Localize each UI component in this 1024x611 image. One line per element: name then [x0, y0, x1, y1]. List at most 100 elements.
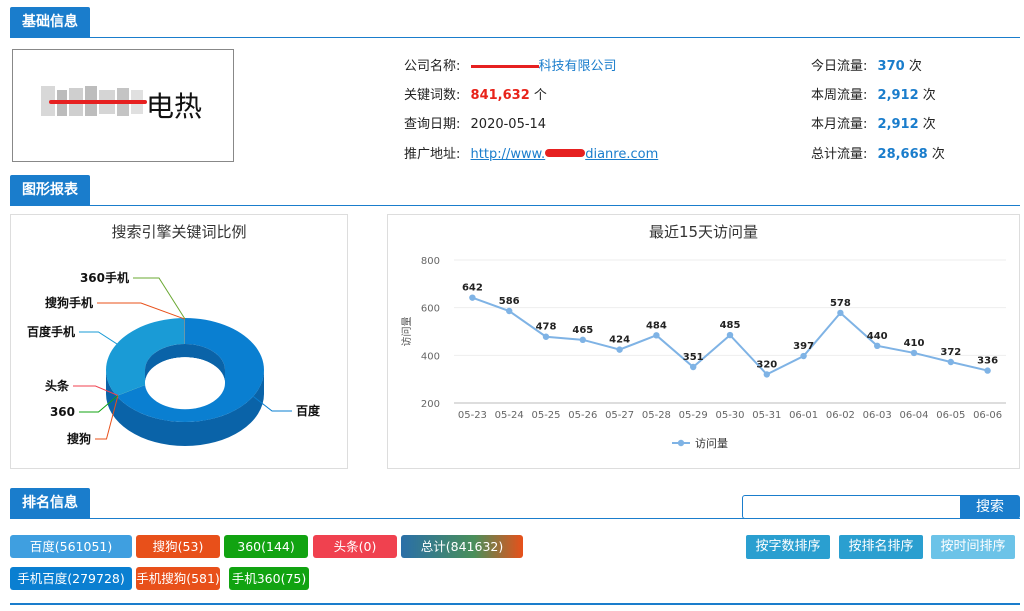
search-button[interactable]: 搜索 [960, 495, 1020, 519]
redacted-mark [545, 149, 586, 157]
pie-slice-label: 百度手机 [27, 324, 75, 339]
data-point[interactable] [837, 309, 844, 317]
data-point[interactable] [690, 363, 697, 371]
company-value[interactable]: 科技有限公司 [539, 59, 617, 74]
engine-tag[interactable]: 手机百度(279728) [10, 567, 132, 590]
data-label: 440 [867, 331, 888, 342]
x-tick-label: 05-29 [679, 410, 708, 421]
engine-tag[interactable]: 搜狗(53) [136, 535, 220, 558]
x-tick-label: 06-04 [899, 410, 928, 421]
keywords-row: 关键词数: 841,632 个 [404, 84, 547, 103]
traffic-label: 本月流量: [811, 117, 868, 132]
pie-slice-label: 360 [50, 405, 75, 419]
x-tick-label: 05-27 [605, 410, 634, 421]
company-label: 公司名称: [404, 59, 461, 74]
traffic-unit: 次 [922, 117, 936, 132]
data-label: 424 [609, 335, 630, 346]
pie-slice-label: 搜狗手机 [45, 295, 93, 310]
y-tick-label: 800 [421, 256, 440, 267]
data-point[interactable] [947, 358, 954, 366]
traffic-value: 370 [877, 59, 905, 74]
pie-slice-label: 360手机 [80, 270, 129, 285]
data-point[interactable] [653, 332, 660, 339]
section-tab-charts: 图形报表 [10, 175, 90, 205]
bottom-divider [10, 603, 1020, 605]
keywords-label: 关键词数: [404, 88, 461, 103]
search-input[interactable] [742, 495, 961, 519]
engine-tag[interactable]: 头条(0) [313, 535, 397, 558]
date-value: 2020-05-14 [470, 117, 547, 132]
data-point[interactable] [469, 294, 476, 301]
data-label: 586 [499, 296, 520, 307]
traffic-week: 本周流量: 2,912 次 [811, 84, 936, 103]
data-label: 485 [720, 320, 741, 331]
data-label: 642 [462, 283, 483, 294]
data-label: 320 [756, 359, 777, 370]
traffic-today: 今日流量: 370 次 [811, 55, 922, 74]
section-tab-basic-info: 基础信息 [10, 7, 90, 37]
x-tick-label: 05-23 [458, 410, 487, 421]
redacted-mark [470, 61, 539, 71]
logo-graphic: 电热 [41, 86, 202, 123]
data-point[interactable] [984, 367, 991, 374]
line-chart-panel: 最近15天访问量 200 400 600 800 访问量 05-23 05-24 05-25 0… [387, 214, 1020, 469]
logo-text: 电热 [146, 90, 202, 123]
traffic-label: 总计流量: [811, 147, 868, 162]
traffic-value: 2,912 [877, 88, 919, 103]
data-label: 336 [977, 356, 998, 367]
pie-chart-panel: 搜索引擎关键词比例 百度 搜狗 360 头条 百度手机 搜狗手机 360手机 [10, 214, 348, 469]
section-tab-ranking: 排名信息 [10, 488, 90, 518]
data-point[interactable] [542, 333, 550, 340]
data-label: 578 [830, 298, 851, 309]
pie-slice-label: 头条 [45, 378, 70, 393]
engine-tag[interactable]: 总计(841632) [401, 535, 523, 558]
sort-button[interactable]: 按字数排序 [746, 535, 830, 559]
keywords-unit: 个 [533, 88, 547, 103]
data-label: 397 [793, 341, 814, 352]
x-tick-label: 05-28 [642, 410, 671, 421]
promo-url-link[interactable]: http://www. dianre.com [471, 147, 659, 162]
data-label: 478 [536, 322, 557, 333]
x-tick-label: 06-01 [789, 410, 818, 421]
date-label: 查询日期: [404, 117, 461, 132]
data-label: 372 [940, 347, 961, 358]
x-tick-label: 05-31 [752, 410, 781, 421]
traffic-label: 本周流量: [811, 88, 868, 103]
engine-tag[interactable]: 百度(561051) [10, 535, 132, 558]
url-suffix: dianre.com [585, 147, 659, 162]
sort-button[interactable]: 按时间排序 [931, 535, 1015, 559]
y-tick-label: 600 [421, 304, 440, 315]
data-point[interactable] [874, 342, 881, 349]
traffic-total: 总计流量: 28,668 次 [811, 143, 945, 162]
pie-leader-line [97, 302, 185, 320]
company-logo: 电热 [12, 49, 234, 162]
data-label: 465 [572, 325, 593, 336]
keywords-count: 841,632 [470, 88, 530, 103]
traffic-value: 2,912 [877, 117, 919, 132]
data-point[interactable] [763, 371, 770, 378]
data-label: 484 [646, 320, 667, 331]
url-label: 推广地址: [404, 147, 461, 162]
sort-button[interactable]: 按排名排序 [839, 535, 923, 559]
engine-tag[interactable]: 手机360(75) [229, 567, 309, 590]
engine-tag[interactable]: 手机搜狗(581) [136, 567, 220, 590]
section-divider [10, 205, 1020, 206]
traffic-month: 本月流量: 2,912 次 [811, 113, 936, 132]
data-point[interactable] [506, 307, 513, 315]
data-point[interactable] [800, 352, 807, 360]
x-tick-label: 06-03 [863, 410, 892, 421]
traffic-unit: 次 [931, 147, 945, 162]
legend-label[interactable]: 访问量 [695, 437, 728, 450]
data-point[interactable] [616, 346, 623, 353]
url-prefix: http://www. [470, 147, 546, 162]
x-tick-label: 06-06 [973, 410, 1002, 421]
data-point[interactable] [579, 336, 586, 344]
pie-slice-label: 搜狗 [67, 431, 91, 446]
traffic-unit: 次 [922, 88, 936, 103]
x-tick-label: 05-25 [531, 410, 560, 421]
line-chart: 200 400 600 800 访问量 05-23 05-24 05-25 05-26 05-27… [400, 256, 1006, 450]
section-divider [10, 37, 1020, 38]
data-point[interactable] [726, 331, 734, 339]
engine-tag[interactable]: 360(144) [224, 535, 308, 558]
data-point[interactable] [910, 349, 918, 357]
